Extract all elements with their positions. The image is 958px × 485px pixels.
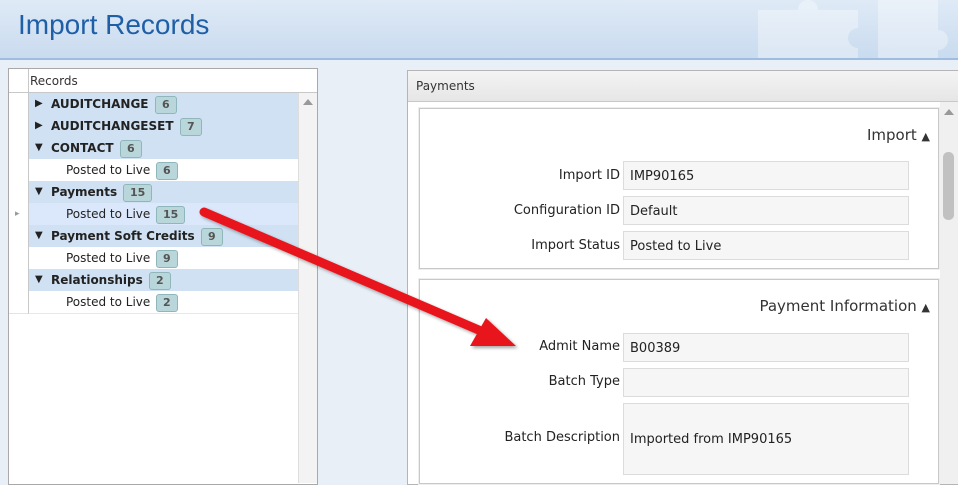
import-status-field[interactable]: Posted to Live — [623, 231, 909, 260]
detail-header-label: Payments — [416, 79, 475, 93]
current-row-icon: ▸ — [15, 209, 20, 219]
count-badge: 9 — [156, 250, 178, 268]
row-label: Payments — [51, 185, 118, 199]
count-badge: 7 — [180, 118, 202, 136]
row-label: CONTACT — [51, 141, 114, 155]
batch-description-field[interactable]: Imported from IMP90165 — [623, 403, 909, 475]
tree-child-row[interactable]: ▸ Posted to Live 15 — [9, 203, 298, 226]
row-label: Posted to Live — [66, 251, 151, 265]
payment-information-section: Payment Information ▲ Admit Name B00389 … — [419, 279, 939, 484]
count-badge: 6 — [155, 96, 177, 114]
import-section: Import ▲ Import ID IMP90165 Configuratio… — [419, 108, 939, 269]
triangle-right-icon[interactable]: ▶ — [35, 99, 43, 109]
records-header-label: Records — [30, 74, 78, 88]
triangle-down-icon[interactable]: ▼ — [35, 143, 43, 153]
tree-group-row[interactable]: ▼ CONTACT 6 — [9, 137, 298, 160]
row-gutter[interactable] — [9, 269, 29, 292]
count-badge: 2 — [156, 294, 178, 312]
tree-child-row[interactable]: Posted to Live 2 — [9, 291, 298, 314]
row-label: Relationships — [51, 273, 143, 287]
admit-name-field[interactable]: B00389 — [623, 333, 909, 362]
count-badge: 2 — [149, 272, 171, 290]
count-badge: 15 — [156, 206, 186, 224]
payment-section-title[interactable]: Payment Information ▲ — [759, 297, 930, 315]
import-section-title[interactable]: Import ▲ — [867, 126, 930, 144]
records-header: Records — [9, 69, 317, 93]
tree-group-row[interactable]: ▼ Payments 15 — [9, 181, 298, 204]
triangle-down-icon[interactable]: ▼ — [35, 231, 43, 241]
row-gutter[interactable] — [9, 225, 29, 248]
scrollbar-thumb[interactable] — [943, 152, 954, 220]
tree-group-row[interactable]: ▶ AUDITCHANGESET 7 — [9, 115, 298, 138]
row-gutter[interactable] — [9, 115, 29, 138]
scroll-up-icon[interactable] — [944, 109, 954, 115]
row-label: Posted to Live — [66, 163, 151, 177]
tree-child-row[interactable]: Posted to Live 9 — [9, 247, 298, 270]
tree-child-row[interactable]: Posted to Live 6 — [9, 159, 298, 182]
puzzle-decoration — [758, 0, 948, 58]
triangle-down-icon[interactable]: ▼ — [35, 275, 43, 285]
triangle-right-icon[interactable]: ▶ — [35, 121, 43, 131]
row-gutter[interactable] — [9, 137, 29, 160]
row-gutter[interactable] — [9, 93, 29, 116]
chevron-up-icon[interactable]: ▲ — [922, 301, 930, 314]
count-badge: 6 — [120, 140, 142, 158]
records-scrollbar[interactable] — [298, 93, 317, 483]
row-gutter[interactable]: ▸ — [9, 203, 29, 226]
import-status-label: Import Status — [531, 238, 620, 253]
page-title: Import Records — [18, 9, 210, 40]
tree-group-row[interactable]: ▼ Payment Soft Credits 9 — [9, 225, 298, 248]
configuration-id-label: Configuration ID — [513, 203, 620, 218]
row-gutter[interactable] — [9, 181, 29, 204]
import-id-label: Import ID — [558, 168, 620, 183]
batch-type-field[interactable] — [623, 368, 909, 397]
row-label: Posted to Live — [66, 207, 151, 221]
import-id-field[interactable]: IMP90165 — [623, 161, 909, 190]
detail-scrollbar[interactable] — [940, 102, 958, 484]
row-label: Payment Soft Credits — [51, 229, 195, 243]
app-header: Import Records — [0, 0, 958, 60]
tree-group-row[interactable]: ▶ AUDITCHANGE 6 — [9, 93, 298, 116]
batch-type-label: Batch Type — [548, 374, 620, 389]
row-label: AUDITCHANGESET — [51, 119, 174, 133]
scroll-up-icon[interactable] — [303, 99, 313, 105]
configuration-id-field[interactable]: Default — [623, 196, 909, 225]
admit-name-label: Admit Name — [539, 339, 620, 354]
row-gutter[interactable] — [9, 159, 29, 182]
triangle-down-icon[interactable]: ▼ — [35, 187, 43, 197]
chevron-up-icon[interactable]: ▲ — [922, 130, 930, 143]
row-label: AUDITCHANGE — [51, 97, 149, 111]
row-label: Posted to Live — [66, 295, 151, 309]
payments-detail-panel: Payments Import ▲ Import ID IMP90165 Con… — [407, 70, 958, 485]
tree-group-row[interactable]: ▼ Relationships 2 — [9, 269, 298, 292]
row-gutter[interactable] — [9, 291, 29, 314]
detail-header: Payments — [408, 71, 958, 102]
count-badge: 9 — [201, 228, 223, 246]
records-panel: Records ▶ AUDITCHANGE 6 ▶ AUDITCHANGESET 7 ▼ CO… — [8, 68, 318, 485]
count-badge: 6 — [156, 162, 178, 180]
count-badge: 15 — [123, 184, 153, 202]
row-gutter[interactable] — [9, 247, 29, 270]
batch-description-label: Batch Description — [504, 430, 620, 445]
